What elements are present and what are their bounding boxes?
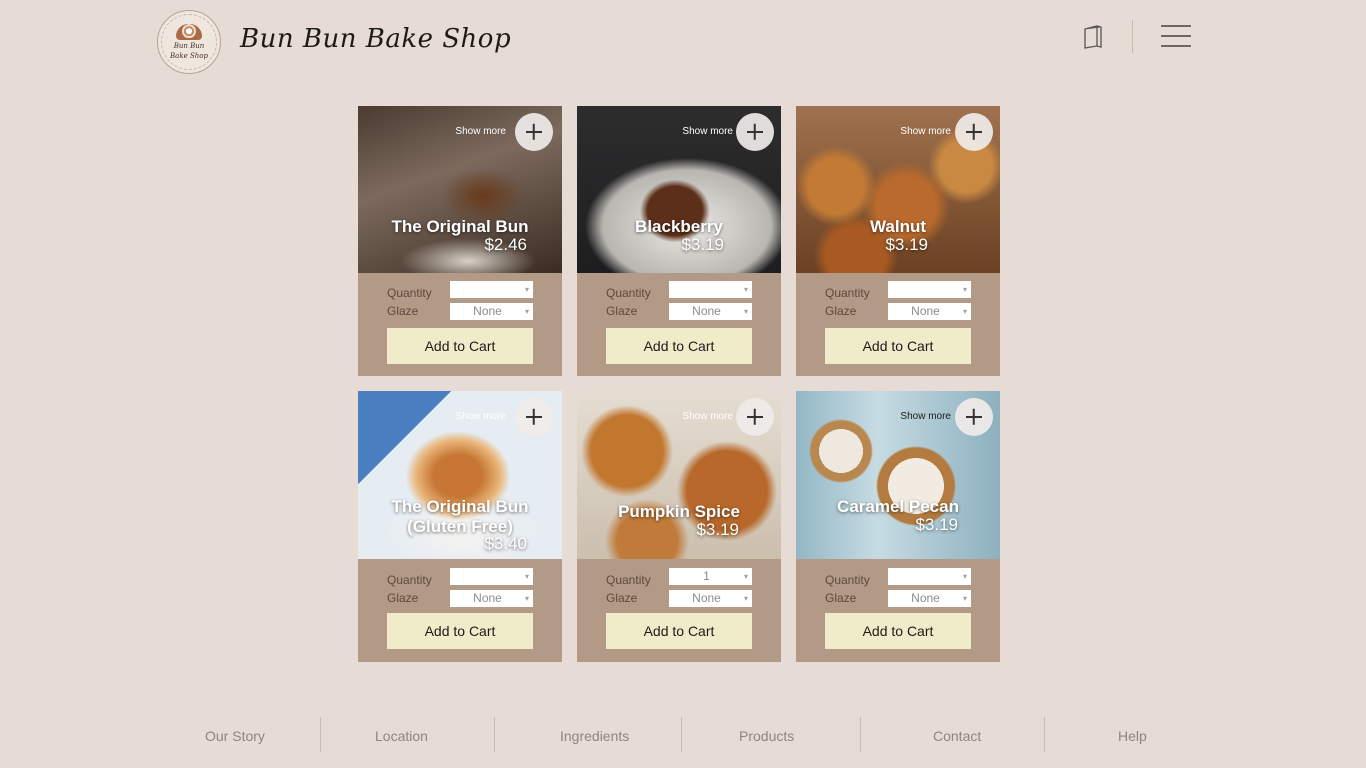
show-more-label[interactable]: Show more [682, 126, 733, 137]
cinnamon-bun-icon [176, 24, 202, 40]
add-to-cart-button[interactable]: Add to Cart [387, 328, 533, 364]
product-price: $3.19 [885, 235, 928, 254]
show-more-label[interactable]: Show more [455, 126, 506, 137]
product-card: Show more The Original Bun (Gluten Free)… [358, 391, 562, 662]
add-to-cart-button[interactable]: Add to Cart [387, 613, 533, 649]
plus-icon[interactable] [955, 398, 993, 436]
product-card: Show more Walnut $3.19 Quantity Glaze No… [796, 106, 1000, 376]
footer-link-contact[interactable]: Contact [933, 728, 981, 744]
quantity-label: Quantity [606, 286, 651, 300]
footer-link-our-story[interactable]: Our Story [205, 728, 265, 744]
quantity-select[interactable]: 1 [669, 568, 752, 585]
product-name: Pumpkin Spice [618, 502, 740, 521]
show-more-label[interactable]: Show more [900, 126, 951, 137]
product-price: $3.40 [484, 534, 527, 553]
plus-icon[interactable] [736, 398, 774, 436]
glaze-label: Glaze [387, 304, 419, 318]
footer-link-ingredients[interactable]: Ingredients [560, 728, 629, 744]
menu-icon[interactable] [1161, 24, 1191, 48]
glaze-select[interactable]: None [450, 590, 533, 607]
plus-icon[interactable] [515, 398, 553, 436]
plus-icon[interactable] [515, 113, 553, 151]
footer-link-location[interactable]: Location [375, 728, 428, 744]
product-card: Show more Blackberry $3.19 Quantity Glaz… [577, 106, 781, 376]
product-name: Caramel Pecan [837, 497, 959, 516]
quantity-select[interactable] [450, 568, 533, 585]
add-to-cart-button[interactable]: Add to Cart [825, 613, 971, 649]
glaze-label: Glaze [387, 591, 419, 605]
plus-icon[interactable] [736, 113, 774, 151]
glaze-label: Glaze [606, 591, 638, 605]
add-to-cart-button[interactable]: Add to Cart [606, 613, 752, 649]
logo-inner: Bun Bun Bake Shop [161, 14, 217, 70]
quantity-select[interactable] [888, 281, 971, 298]
product-card: Show more Pumpkin Spice $3.19 Quantity 1… [577, 391, 781, 662]
product-card: Show more The Original Bun $2.46 Quantit… [358, 106, 562, 376]
footer-link-help[interactable]: Help [1118, 728, 1147, 744]
plus-icon[interactable] [955, 113, 993, 151]
glaze-select[interactable]: None [450, 303, 533, 320]
footer-divider [494, 717, 495, 752]
product-price: $3.19 [681, 235, 724, 254]
glaze-select[interactable]: None [669, 590, 752, 607]
header-divider [1132, 20, 1133, 53]
add-to-cart-button[interactable]: Add to Cart [606, 328, 752, 364]
glaze-select[interactable]: None [669, 303, 752, 320]
product-price: $3.19 [915, 515, 958, 534]
show-more-label[interactable]: Show more [682, 411, 733, 422]
footer-divider [681, 717, 682, 752]
quantity-select[interactable] [669, 281, 752, 298]
quantity-select[interactable] [888, 568, 971, 585]
glaze-select[interactable]: None [888, 590, 971, 607]
quantity-label: Quantity [825, 286, 870, 300]
quantity-label: Quantity [387, 286, 432, 300]
add-to-cart-button[interactable]: Add to Cart [825, 328, 971, 364]
footer-divider [320, 717, 321, 752]
book-icon[interactable] [1082, 24, 1104, 50]
product-name: The Original Bun (Gluten Free) [391, 497, 529, 536]
product-price: $3.19 [696, 520, 739, 539]
glaze-select[interactable]: None [888, 303, 971, 320]
product-price: $2.46 [484, 235, 527, 254]
product-name: Blackberry [635, 217, 723, 236]
quantity-label: Quantity [606, 573, 651, 587]
quantity-label: Quantity [825, 573, 870, 587]
product-card: Show more Caramel Pecan $3.19 Quantity G… [796, 391, 1000, 662]
product-name: The Original Bun [391, 217, 529, 236]
footer-link-products[interactable]: Products [739, 728, 794, 744]
quantity-select[interactable] [450, 281, 533, 298]
product-name: Walnut [869, 217, 927, 236]
logo-text-top: Bun Bun [173, 42, 205, 50]
glaze-label: Glaze [606, 304, 638, 318]
show-more-label[interactable]: Show more [455, 411, 506, 422]
brand-name[interactable]: Bun Bun Bake Shop [240, 24, 511, 54]
footer-divider [1044, 717, 1045, 752]
footer-divider [860, 717, 861, 752]
logo[interactable]: Bun Bun Bake Shop [157, 10, 221, 74]
logo-text-bottom: Bake Shop [170, 52, 208, 60]
show-more-label[interactable]: Show more [900, 411, 951, 422]
quantity-label: Quantity [387, 573, 432, 587]
glaze-label: Glaze [825, 304, 857, 318]
glaze-label: Glaze [825, 591, 857, 605]
